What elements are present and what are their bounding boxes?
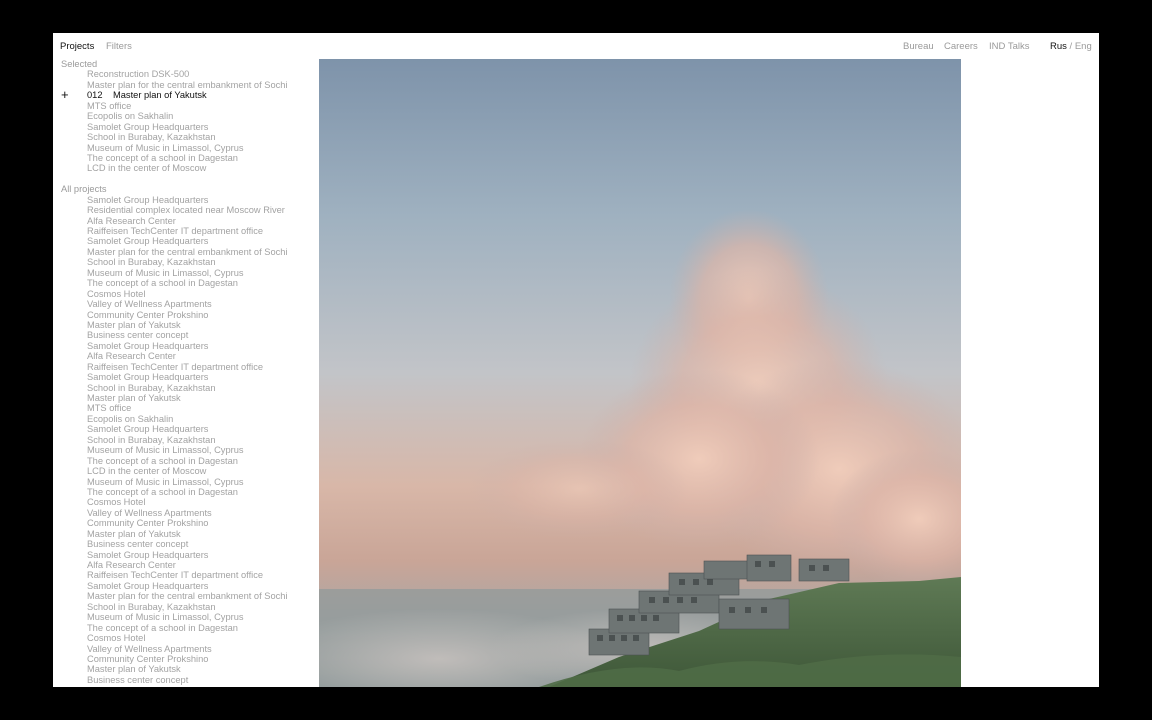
project-list-item[interactable]: Samolet Group Headquarters (53, 341, 315, 351)
selected-project-list: Reconstruction DSK-500 Master plan for th… (53, 69, 315, 173)
project-list-item[interactable]: The concept of a school in Dagestan (53, 487, 315, 497)
project-list-item[interactable]: Museum of Music in Limassol, Cyprus (53, 445, 315, 455)
nav-projects-link[interactable]: Projects (60, 41, 94, 52)
selected-project-item[interactable]: School in Burabay, Kazakhstan (53, 132, 315, 142)
lang-separator: / (1066, 41, 1075, 52)
project-list-item[interactable]: School in Burabay, Kazakhstan (53, 602, 315, 612)
project-list-item[interactable]: Master plan for the central embankment o… (53, 247, 315, 257)
selected-section-label: Selected (61, 59, 98, 69)
project-list-item[interactable]: School in Burabay, Kazakhstan (53, 435, 315, 445)
project-list-item[interactable]: School in Burabay, Kazakhstan (53, 257, 315, 267)
selected-project-item[interactable]: Ecopolis on Sakhalin (53, 111, 315, 121)
selected-project-item[interactable]: LCD in the center of Moscow (53, 163, 315, 173)
project-list-item[interactable]: Valley of Wellness Apartments (53, 508, 315, 518)
selected-project-item[interactable]: Reconstruction DSK-500 (53, 69, 315, 79)
section-divider-space (53, 174, 315, 184)
plus-icon: + (61, 90, 69, 101)
project-list-item[interactable]: Samolet Group Headquarters (53, 424, 315, 434)
project-list-item[interactable]: Business center concept (53, 675, 315, 685)
lang-eng-link[interactable]: Eng (1075, 41, 1092, 52)
project-list-item[interactable]: Master plan of Yakutsk (53, 393, 315, 403)
landscape-illustration (319, 59, 961, 687)
project-list-item[interactable]: Master plan of Yakutsk (53, 664, 315, 674)
selected-project-item[interactable]: Museum of Music in Limassol, Cyprus (53, 143, 315, 153)
project-list-item[interactable]: The concept of a school in Dagestan (53, 623, 315, 633)
selected-project-item[interactable]: Samolet Group Headquarters (53, 122, 315, 132)
selected-project-item[interactable]: MTS office (53, 101, 315, 111)
lang-rus-link[interactable]: Rus (1050, 41, 1067, 52)
nav-ind-talks-link[interactable]: IND Talks (989, 41, 1029, 52)
project-list-item[interactable]: Samolet Group Headquarters (53, 236, 315, 246)
project-list-item[interactable]: Samolet Group Headquarters (53, 550, 315, 560)
project-list-item[interactable]: Museum of Music in Limassol, Cyprus (53, 612, 315, 622)
project-list-item[interactable]: Samolet Group Headquarters (53, 581, 315, 591)
project-title: Master plan of Yakutsk (113, 90, 207, 101)
nav-filters-link[interactable]: Filters (106, 41, 132, 52)
project-list-item[interactable]: Business center concept (53, 330, 315, 340)
project-list-item[interactable]: LCD in the center of Moscow (53, 466, 315, 476)
nav-careers-link[interactable]: Careers (944, 41, 978, 52)
project-number: 012 (87, 90, 103, 101)
project-list-item[interactable]: Master plan of Yakutsk (53, 320, 315, 330)
project-list-item[interactable]: Residential complex located near Moscow … (53, 205, 315, 215)
project-list-item[interactable]: Samolet Group Headquarters (53, 195, 315, 205)
project-list-item[interactable]: Business center concept (53, 539, 315, 549)
all-projects-section-label: All projects (61, 184, 107, 195)
project-list-item[interactable]: Cosmos Hotel (53, 497, 315, 507)
project-list-item[interactable]: Raiffeisen TechCenter IT department offi… (53, 226, 315, 236)
project-list-item[interactable]: School in Burabay, Kazakhstan (53, 383, 315, 393)
project-list-item[interactable]: Museum of Music in Limassol, Cyprus (53, 268, 315, 278)
project-list-item[interactable]: Museum of Music in Limassol, Cyprus (53, 477, 315, 487)
project-list-item[interactable]: The concept of a school in Dagestan (53, 456, 315, 466)
all-project-list: Samolet Group Headquarters Residential co… (53, 195, 315, 686)
project-list-item[interactable]: Cosmos Hotel (53, 289, 315, 299)
project-list-item[interactable]: Community Center Prokshino (53, 310, 315, 320)
top-navigation: Projects Filters Bureau Careers IND Talk… (53, 33, 1099, 59)
project-list-item[interactable]: The concept of a school in Dagestan (53, 278, 315, 288)
browser-page: Projects Filters Bureau Careers IND Talk… (53, 33, 1099, 687)
selected-project-item[interactable]: The concept of a school in Dagestan (53, 153, 315, 163)
project-list-item[interactable]: Valley of Wellness Apartments (53, 644, 315, 654)
project-list-item[interactable]: Ecopolis on Sakhalin (53, 414, 315, 424)
project-hero-image[interactable] (319, 59, 961, 687)
project-list-item[interactable]: Raiffeisen TechCenter IT department offi… (53, 570, 315, 580)
project-list-item[interactable]: Alfa Research Center (53, 560, 315, 570)
project-list-item[interactable]: MTS office (53, 403, 315, 413)
selected-project-item[interactable]: Master plan for the central embankment o… (53, 80, 315, 90)
selected-project-item-active[interactable]: +012 Master plan of Yakutsk (53, 90, 315, 100)
project-list-item[interactable]: Master plan for the central embankment o… (53, 591, 315, 601)
project-list-item[interactable]: Samolet Group Headquarters (53, 372, 315, 382)
nav-bureau-link[interactable]: Bureau (903, 41, 934, 52)
project-list-item[interactable]: Cosmos Hotel (53, 633, 315, 643)
project-list-item[interactable]: Valley of Wellness Apartments (53, 299, 315, 309)
language-switcher: Rus / Eng (1050, 41, 1092, 52)
project-list-sidebar: Selected Reconstruction DSK-500 Master pl… (53, 59, 315, 687)
project-list-item[interactable]: Community Center Prokshino (53, 654, 315, 664)
project-list-item[interactable]: Community Center Prokshino (53, 518, 315, 528)
project-list-item[interactable]: Alfa Research Center (53, 351, 315, 361)
project-list-item[interactable]: Alfa Research Center (53, 216, 315, 226)
project-list-item[interactable]: Master plan of Yakutsk (53, 529, 315, 539)
project-list-item[interactable]: Raiffeisen TechCenter IT department offi… (53, 362, 315, 372)
